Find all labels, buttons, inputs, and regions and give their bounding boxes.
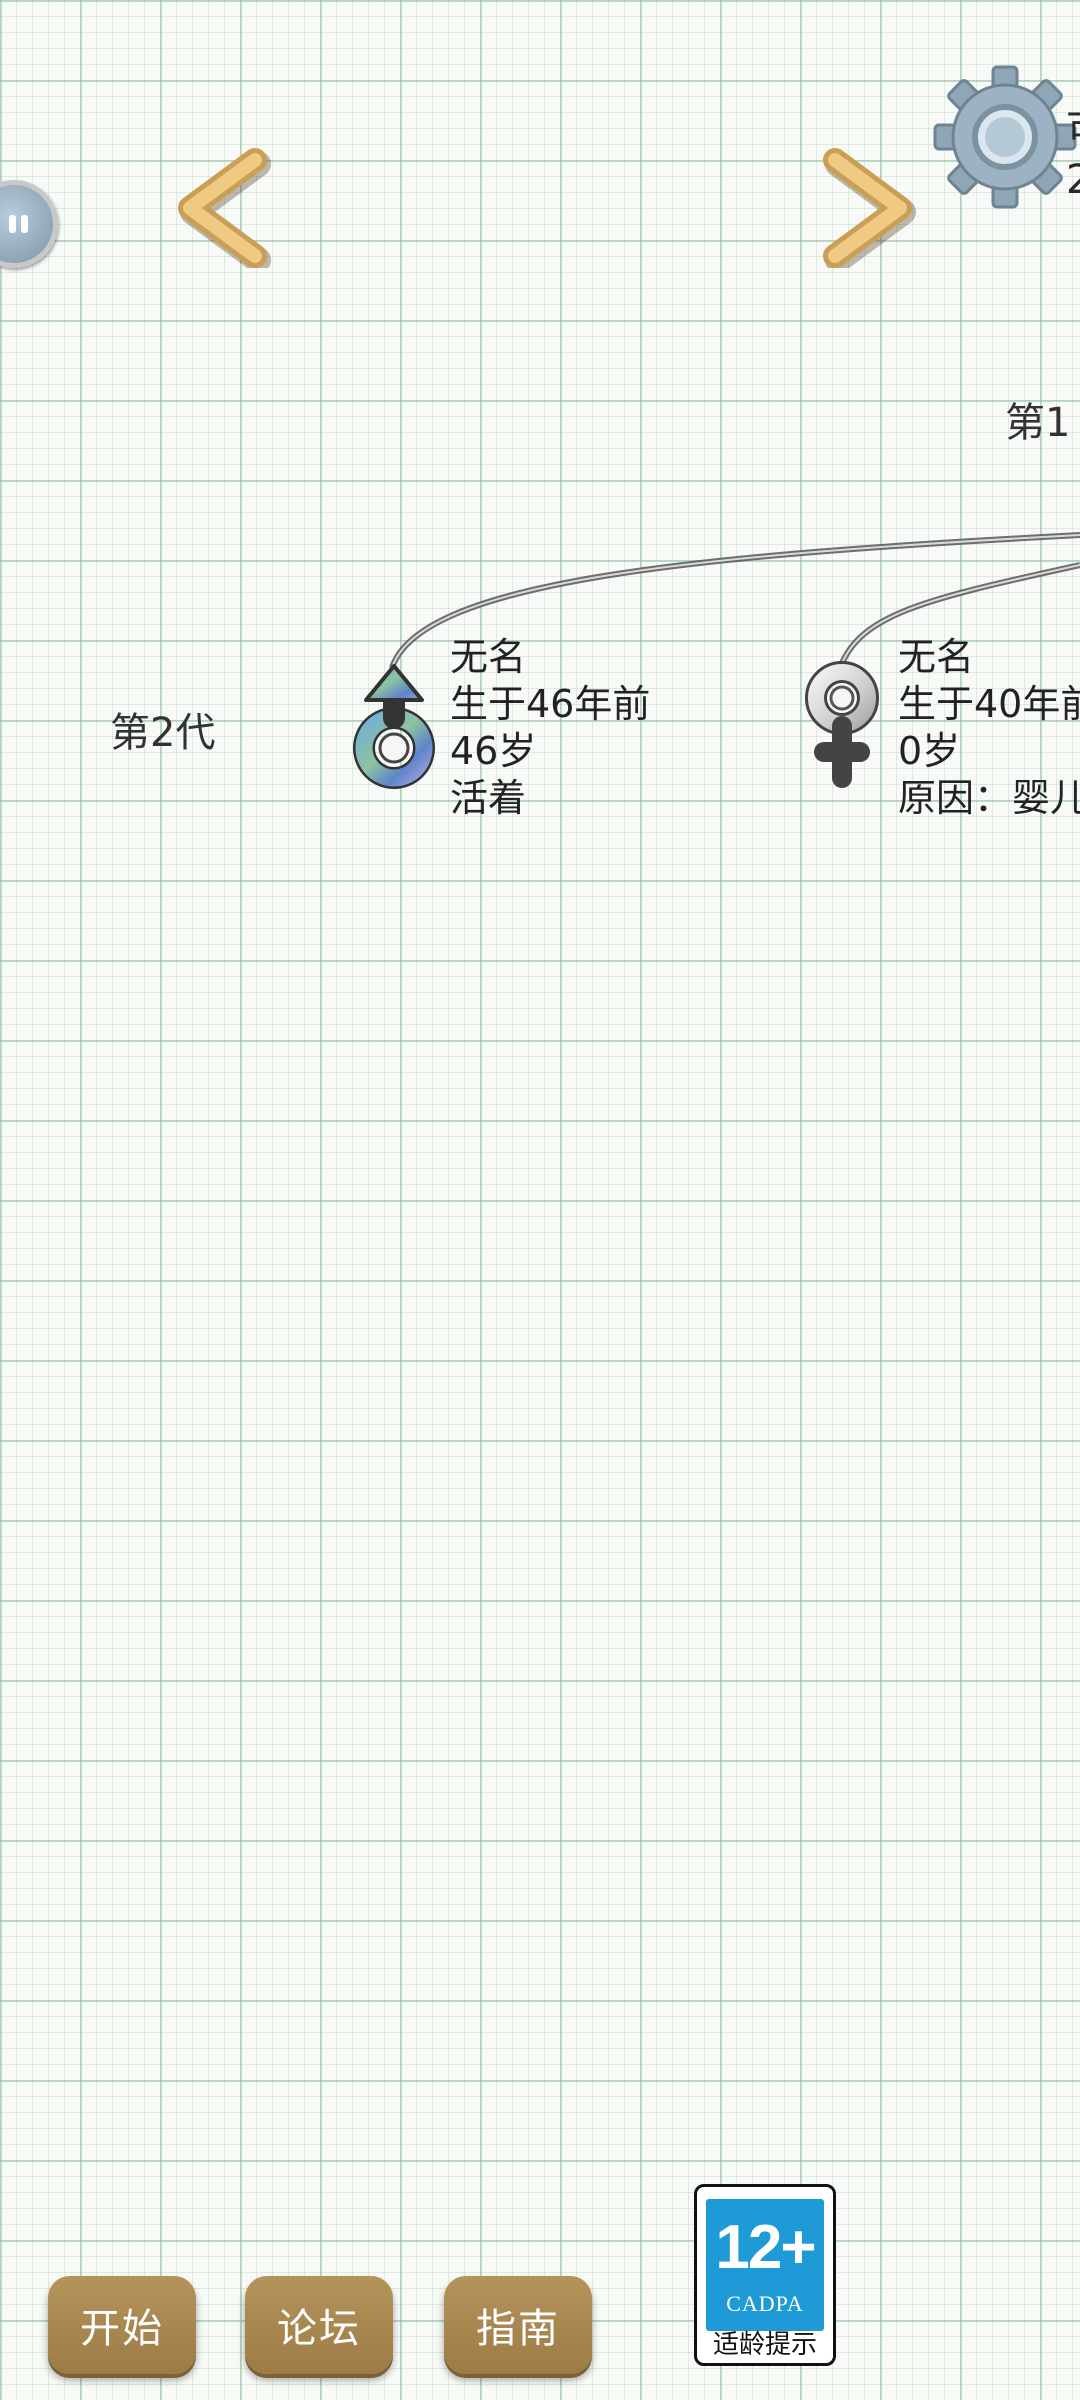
pause-icon	[9, 215, 28, 233]
age-rating-panel: 12+ CADPA	[706, 2199, 824, 2331]
next-arrow-icon[interactable]	[810, 148, 920, 268]
age-rating-value: 12+	[715, 2213, 816, 2282]
person-name: 无名	[450, 635, 527, 679]
previous-arrow-icon[interactable]	[170, 148, 280, 268]
person-age: 0岁	[898, 729, 961, 773]
generation-2-label: 第2代	[110, 710, 216, 756]
person-status: 活着	[450, 776, 527, 820]
top-right-truncated-label: 可 2	[1066, 107, 1080, 203]
start-button[interactable]: 开始	[48, 2276, 196, 2374]
person-cause: 原因：婴儿	[898, 776, 1080, 820]
person-info-female: 无名 生于40年前 0岁 原因：婴儿	[898, 634, 1080, 822]
age-rating-badge[interactable]: 12+ CADPA 适龄提示	[694, 2184, 836, 2366]
person-age: 46岁	[450, 729, 537, 773]
person-name: 无名	[898, 635, 975, 679]
female-symbol-icon[interactable]	[800, 660, 890, 790]
pause-button[interactable]	[0, 180, 58, 268]
male-symbol-icon[interactable]	[352, 660, 442, 790]
settings-gear-icon[interactable]	[930, 62, 1080, 212]
person-born: 生于46年前	[450, 682, 651, 726]
age-rating-org: CADPA	[726, 2291, 804, 2316]
person-born: 生于40年前	[898, 682, 1080, 726]
age-rating-caption: 适龄提示	[712, 2330, 817, 2360]
generation-1-label: 第1	[1005, 400, 1071, 446]
family-tree-lines	[389, 532, 1080, 670]
guide-button[interactable]: 指南	[444, 2276, 592, 2374]
forum-button[interactable]: 论坛	[245, 2276, 393, 2374]
person-info-male: 无名 生于46年前 46岁 活着	[450, 634, 650, 822]
